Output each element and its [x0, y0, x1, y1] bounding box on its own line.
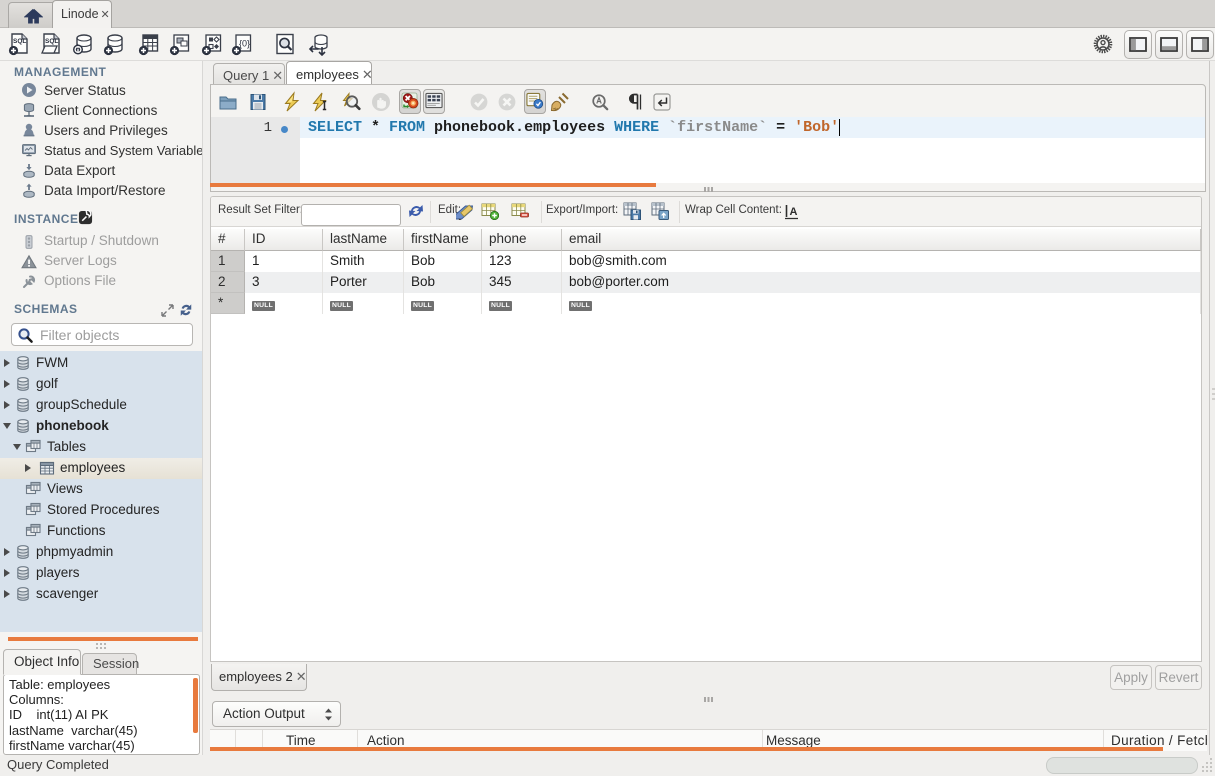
svg-text:{0}: {0} [239, 39, 250, 49]
svg-text:A: A [790, 206, 798, 218]
svg-text:SQL: SQL [45, 38, 58, 45]
svg-text:SQL: SQL [13, 38, 26, 45]
